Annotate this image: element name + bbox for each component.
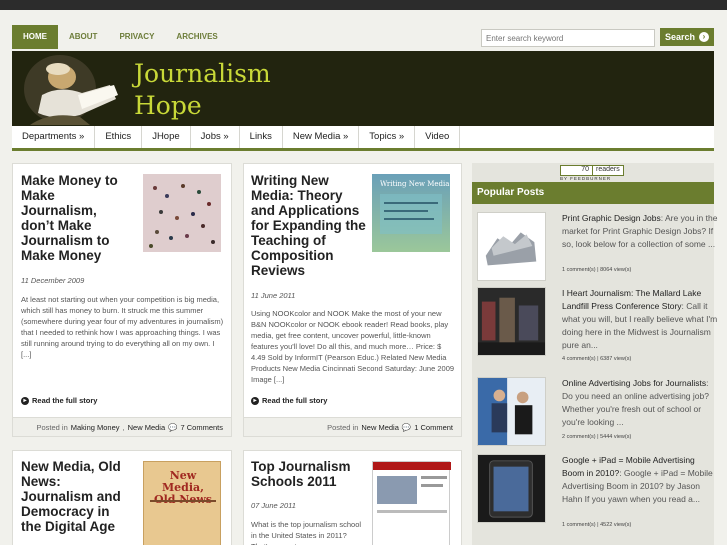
popular-post: Print Graphic Design Jobs: Are you in th…	[477, 212, 717, 287]
category-link[interactable]: New Media	[361, 423, 399, 432]
post-date: 11 December 2009	[21, 276, 85, 285]
site-logo-image[interactable]	[20, 55, 128, 125]
post-title[interactable]: Make Money to Make Journalism, don’t Mak…	[21, 173, 133, 263]
popular-post-text: Google + iPad = Mobile Advertising Boom …	[562, 454, 718, 506]
site-header: Journalism Hope	[12, 51, 714, 126]
popular-post: Google + iPad = Mobile Advertising Boom …	[477, 454, 714, 539]
arrow-right-icon: ›	[699, 32, 710, 42]
popular-post-thumbnail[interactable]	[477, 212, 546, 281]
popular-posts-title: Popular Posts	[472, 182, 714, 204]
readers-count: 70	[561, 166, 593, 175]
separator: ,	[122, 422, 125, 432]
book-cover-rule	[150, 500, 216, 502]
post-excerpt: Using NOOKcolor and NOOK Make the most o…	[251, 309, 455, 384]
read-more-label: Read the full story	[32, 396, 98, 405]
arrow-right-icon: ▸	[21, 396, 29, 405]
view-count: 4522 view(s)	[600, 522, 632, 528]
readers-label: readers	[596, 166, 620, 173]
post-excerpt: What is the top journalism school in the…	[251, 520, 362, 545]
popular-post-thumbnail[interactable]	[477, 454, 546, 523]
cat-topics[interactable]: Topics »	[359, 126, 416, 148]
popular-post-thumbnail[interactable]	[477, 287, 546, 356]
post-meta: Posted in Making Money , New Media 💬 7 C…	[13, 417, 231, 436]
popular-post-title[interactable]: I Heart Journalism: The Mallard Lake Lan…	[562, 288, 701, 311]
comment-icon: 💬	[401, 422, 412, 432]
post-title[interactable]: New Media, Old News: Journalism and Demo…	[21, 459, 133, 534]
popular-post-text: Print Graphic Design Jobs: Are you in th…	[562, 212, 718, 251]
post-thumbnail[interactable]: New Media, Old News	[143, 461, 221, 545]
arrow-right-icon: ▸	[251, 396, 259, 405]
post-date: 07 June 2011	[251, 501, 296, 510]
popular-post-text: I Heart Journalism: The Mallard Lake Lan…	[562, 287, 718, 352]
thumb-header-bar	[373, 462, 451, 470]
site-title-line2[interactable]: Hope	[134, 91, 202, 120]
popular-post-meta: 4 comment(s) | 6387 view(s)	[562, 356, 632, 362]
post-card: Writing New Media: Theory and Applicatio…	[243, 163, 462, 437]
nav-about[interactable]: ABOUT	[58, 25, 108, 49]
feed-readers-badge[interactable]: 70 readers BY FEEDBURNER	[560, 165, 624, 181]
cat-video[interactable]: Video	[415, 126, 461, 148]
comments-link[interactable]: 7 Comments	[180, 423, 223, 432]
book-cover-title: Writing New Media	[380, 180, 450, 188]
popular-post: I Heart Journalism: The Mallard Lake Lan…	[477, 287, 717, 367]
post-meta: Posted in New Media 💬 1 Comment	[244, 417, 461, 436]
nav-home[interactable]: HOME	[12, 25, 58, 49]
nav-archives[interactable]: ARCHIVES	[165, 25, 228, 49]
popular-post: Online Advertising Jobs for Journalists:…	[477, 377, 714, 453]
post-card: Make Money to Make Journalism, don’t Mak…	[12, 163, 232, 437]
popular-post-thumbnail[interactable]	[477, 377, 546, 446]
search-input[interactable]	[481, 29, 655, 47]
thumb-line	[421, 476, 447, 479]
comment-count: 1 comment(s)	[562, 522, 596, 528]
post-title[interactable]: Top Journalism Schools 2011	[251, 459, 366, 489]
meta-prefix: Posted in	[36, 422, 68, 432]
comment-count: 4 comment(s)	[562, 356, 596, 362]
search-button[interactable]: Search ›	[660, 28, 714, 46]
comment-count: 1 comment(s)	[562, 267, 596, 273]
cat-links[interactable]: Links	[240, 126, 283, 148]
nav-privacy[interactable]: PRIVACY	[108, 25, 165, 49]
popular-post-title[interactable]: Online Advertising Jobs for Journalists	[562, 378, 706, 388]
meta-prefix: Posted in	[327, 422, 359, 432]
comments-link[interactable]: 1 Comment	[414, 423, 453, 432]
cat-jhope[interactable]: JHope	[142, 126, 191, 148]
popular-post-meta: 1 comment(s) | 4522 view(s)	[562, 522, 632, 528]
category-nav: Departments » Ethics JHope Jobs » Links …	[12, 126, 714, 151]
cat-new-media[interactable]: New Media »	[283, 126, 360, 148]
view-count: 8064 view(s)	[600, 267, 632, 273]
feed-provider: BY FEEDBURNER	[560, 176, 612, 181]
read-more-link[interactable]: ▸ Read the full story	[251, 396, 327, 405]
thumb-photo	[377, 476, 417, 504]
thumb-line	[421, 484, 443, 487]
post-title[interactable]: Writing New Media: Theory and Applicatio…	[251, 173, 366, 278]
sidebar: 70 readers BY FEEDBURNER Popular Posts P…	[472, 163, 717, 545]
cat-ethics[interactable]: Ethics	[95, 126, 143, 148]
comment-icon: 💬	[168, 422, 178, 432]
post-excerpt: At least not starting out when your comp…	[21, 295, 224, 359]
category-link[interactable]: New Media	[128, 423, 166, 432]
cat-jobs[interactable]: Jobs »	[191, 126, 240, 148]
view-count: 6387 view(s)	[600, 356, 632, 362]
post-thumbnail[interactable]	[372, 461, 451, 545]
search-button-label: Search	[664, 32, 696, 42]
post-card: New Media, Old News: Journalism and Demo…	[12, 450, 232, 545]
popular-post-meta: 2 comment(s) | 5444 view(s)	[562, 434, 632, 440]
read-more-label: Read the full story	[262, 396, 328, 405]
category-link[interactable]: Making Money	[71, 423, 120, 432]
popular-post-title[interactable]: Print Graphic Design Jobs	[562, 213, 661, 223]
popular-post-meta: 1 comment(s) | 8064 view(s)	[562, 267, 632, 273]
comment-count: 2 comment(s)	[562, 434, 596, 440]
post-date: 11 June 2011	[251, 291, 296, 300]
post-thumbnail[interactable]	[143, 174, 221, 252]
read-more-link[interactable]: ▸ Read the full story	[21, 396, 97, 405]
page-nav: HOME ABOUT PRIVACY ARCHIVES	[12, 25, 229, 49]
cat-departments[interactable]: Departments »	[12, 126, 96, 148]
thumb-line	[377, 510, 447, 513]
view-count: 5444 view(s)	[600, 434, 632, 440]
popular-post-text: Online Advertising Jobs for Journalists:…	[562, 377, 718, 429]
post-card: Top Journalism Schools 2011 07 June 2011…	[243, 450, 462, 545]
top-bar	[0, 0, 727, 10]
site-title-line1[interactable]: Journalism	[134, 59, 271, 88]
